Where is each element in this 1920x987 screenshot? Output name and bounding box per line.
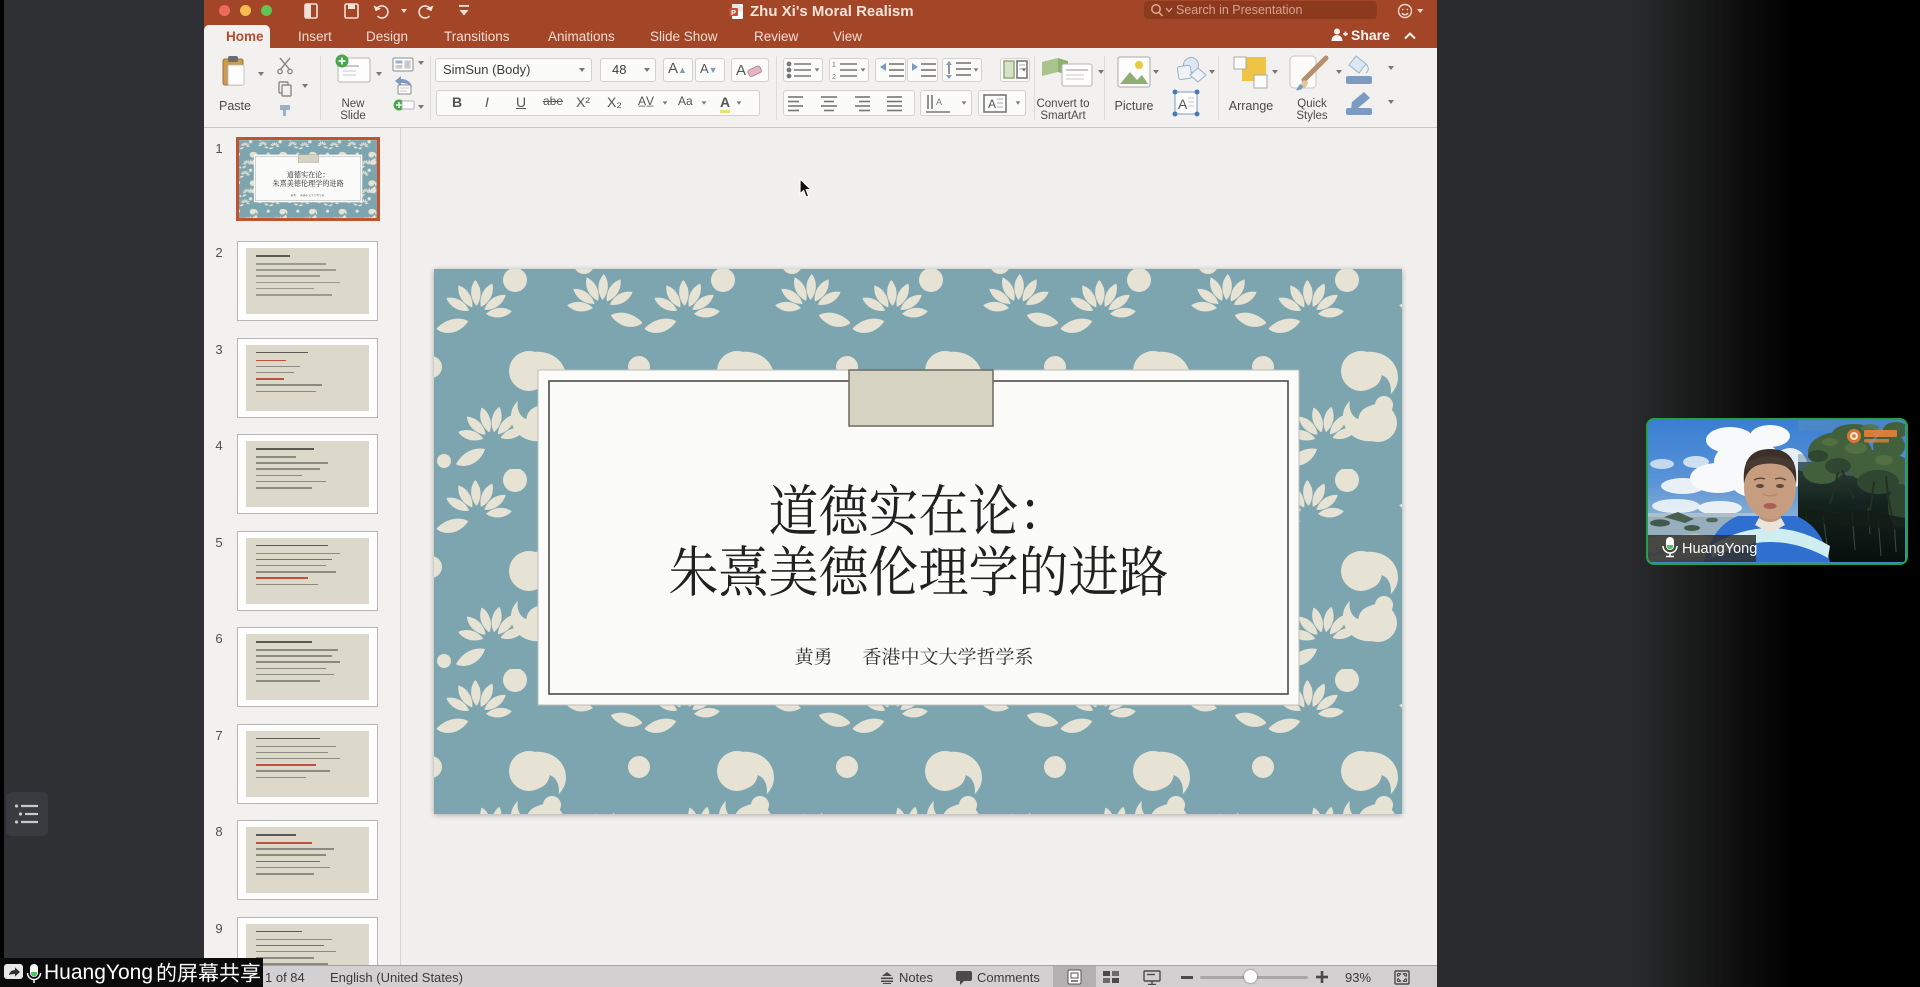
svg-text:A: A [936,97,942,107]
svg-text:A: A [1178,96,1188,112]
svg-text:A: A [736,62,746,79]
svg-text:P: P [731,8,736,17]
svg-text:HuangYong: HuangYong [1682,541,1757,557]
svg-text:1: 1 [832,62,836,69]
svg-text:A: A [988,97,996,111]
svg-text:2: 2 [832,74,836,81]
